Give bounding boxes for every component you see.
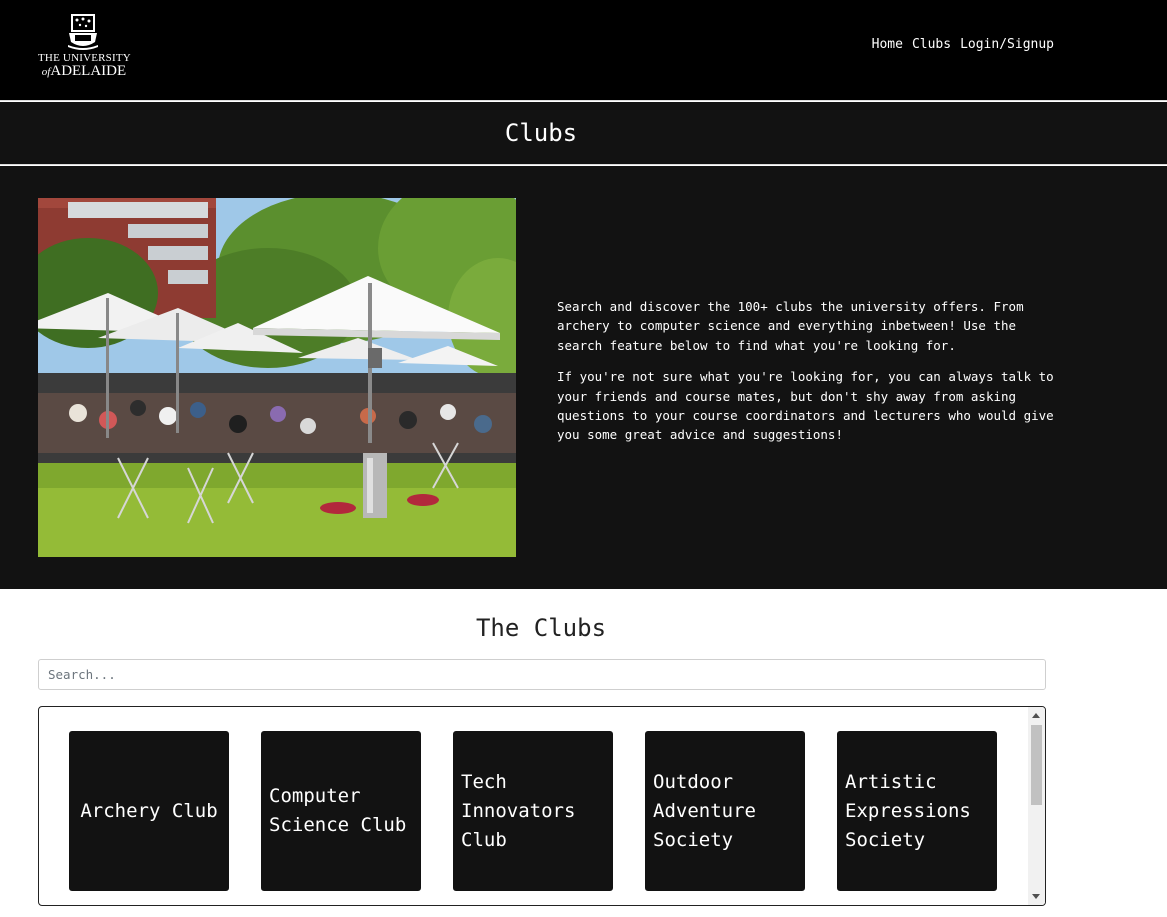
- club-card-outdoor-adventure[interactable]: Outdoor Adventure Society: [645, 731, 805, 891]
- top-navbar: THE UNIVERSITY ofADELAIDE Home Clubs Log…: [0, 0, 1167, 101]
- hero-description: Search and discover the 100+ clubs the u…: [557, 297, 1057, 457]
- clubs-scrollbar[interactable]: [1028, 707, 1045, 905]
- scrollbar-thumb[interactable]: [1031, 725, 1042, 805]
- club-card-tech-innovators[interactable]: Tech Innovators Club: [453, 731, 613, 891]
- logo-text-adelaide: ADELAIDE: [50, 63, 127, 79]
- nav-login-signup-link[interactable]: Login/Signup: [960, 37, 1054, 52]
- hero-paragraph-2: If you're not sure what you're looking f…: [557, 369, 1054, 443]
- nav-home-link[interactable]: Home: [872, 37, 903, 52]
- hero-paragraph-1: Search and discover the 100+ clubs the u…: [557, 299, 1024, 353]
- hero-section: Search and discover the 100+ clubs the u…: [0, 166, 1167, 589]
- clubs-list-container[interactable]: Archery Club Computer Science Club Tech …: [38, 706, 1046, 906]
- club-card-archery[interactable]: Archery Club: [69, 731, 229, 891]
- logo-text-line2: ofADELAIDE: [38, 63, 130, 80]
- club-card-label: Archery Club: [80, 799, 218, 822]
- page-title: Clubs: [504, 119, 578, 147]
- club-card-label: Artistic Expressions Society: [845, 770, 971, 851]
- hero-photo-illustration: [38, 198, 516, 557]
- clubs-section-title: The Clubs: [475, 614, 607, 642]
- scroll-up-arrow-icon[interactable]: [1032, 713, 1040, 718]
- nav-clubs-link[interactable]: Clubs: [912, 37, 951, 52]
- university-crest-icon: [68, 14, 98, 50]
- club-search-input[interactable]: [38, 659, 1046, 690]
- scroll-down-arrow-icon[interactable]: [1032, 894, 1040, 899]
- main-nav: Home Clubs Login/Signup: [872, 37, 1054, 52]
- outdoor-cafe-umbrellas-photo: [38, 198, 516, 557]
- club-card-label: Outdoor Adventure Society: [653, 770, 756, 851]
- university-logo[interactable]: THE UNIVERSITY ofADELAIDE: [38, 12, 131, 82]
- club-card-label: Computer Science Club: [269, 785, 407, 836]
- club-card-artistic-expressions[interactable]: Artistic Expressions Society: [837, 731, 997, 891]
- club-card-label: Tech Innovators Club: [461, 770, 576, 851]
- club-card-computer-science[interactable]: Computer Science Club: [261, 731, 421, 891]
- page-title-band: Clubs: [0, 102, 1167, 165]
